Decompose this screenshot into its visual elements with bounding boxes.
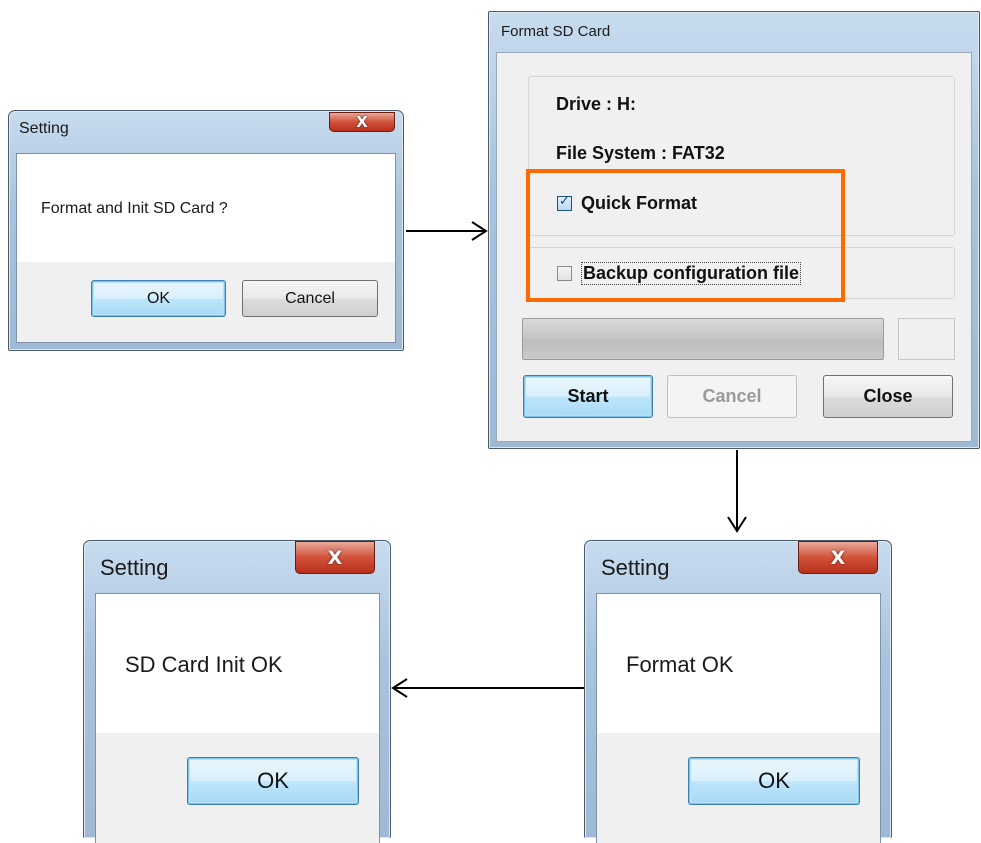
format-sd-dialog: Format SD Card Drive : H: File System : … <box>488 11 980 449</box>
format-ok-message: Format OK <box>626 652 734 677</box>
format-ok-dialog: Setting X Format OK OK <box>584 540 892 843</box>
confirm-titlebar[interactable]: Setting X <box>9 111 403 141</box>
init-ok-client: SD Card Init OK OK <box>95 593 380 843</box>
format-cancel-button[interactable]: Cancel <box>667 375 797 418</box>
flow-arrow-right <box>406 221 488 241</box>
confirm-footer: OK Cancel <box>17 262 395 342</box>
format-ok-button[interactable]: OK <box>688 757 860 805</box>
close-icon: X <box>327 547 343 569</box>
init-ok-close-button[interactable]: X <box>295 541 375 574</box>
start-button[interactable]: Start <box>523 375 653 418</box>
format-ok-close-button[interactable]: X <box>798 541 878 574</box>
format-close-button[interactable]: Close <box>823 375 953 418</box>
confirm-close-button[interactable]: X <box>329 112 395 132</box>
format-title: Format SD Card <box>501 23 611 40</box>
flow-arrow-left <box>391 678 584 698</box>
init-ok-title: Setting <box>100 555 169 580</box>
format-ok-title: Setting <box>601 555 670 580</box>
ok-button[interactable]: OK <box>91 280 226 317</box>
init-ok-message: SD Card Init OK <box>125 652 283 677</box>
drive-label: Drive : H: <box>556 94 637 114</box>
init-ok-titlebar[interactable]: Setting X <box>84 541 390 591</box>
format-titlebar[interactable]: Format SD Card <box>489 12 979 52</box>
cancel-button[interactable]: Cancel <box>242 280 378 317</box>
format-ok-titlebar[interactable]: Setting X <box>585 541 891 591</box>
confirm-client: Format and Init SD Card ? OK Cancel <box>16 153 396 343</box>
flow-arrow-down <box>727 450 747 533</box>
close-icon: X <box>830 547 846 569</box>
progress-percent-box <box>898 318 955 360</box>
confirm-title: Setting <box>19 120 69 137</box>
highlight-box <box>526 169 845 302</box>
confirm-message: Format and Init SD Card ? <box>41 200 228 217</box>
init-ok-footer: OK <box>96 733 379 843</box>
init-ok-button[interactable]: OK <box>187 757 359 805</box>
format-client: Drive : H: File System : FAT32 Quick For… <box>496 52 972 442</box>
close-icon: X <box>356 113 368 131</box>
format-ok-footer: OK <box>597 733 880 843</box>
filesystem-label: File System : FAT32 <box>556 143 725 163</box>
confirm-dialog: Setting X Format and Init SD Card ? OK C… <box>8 110 404 351</box>
format-ok-client: Format OK OK <box>596 593 881 843</box>
init-ok-dialog: Setting X SD Card Init OK OK <box>83 540 391 843</box>
format-progress-bar <box>522 318 884 360</box>
